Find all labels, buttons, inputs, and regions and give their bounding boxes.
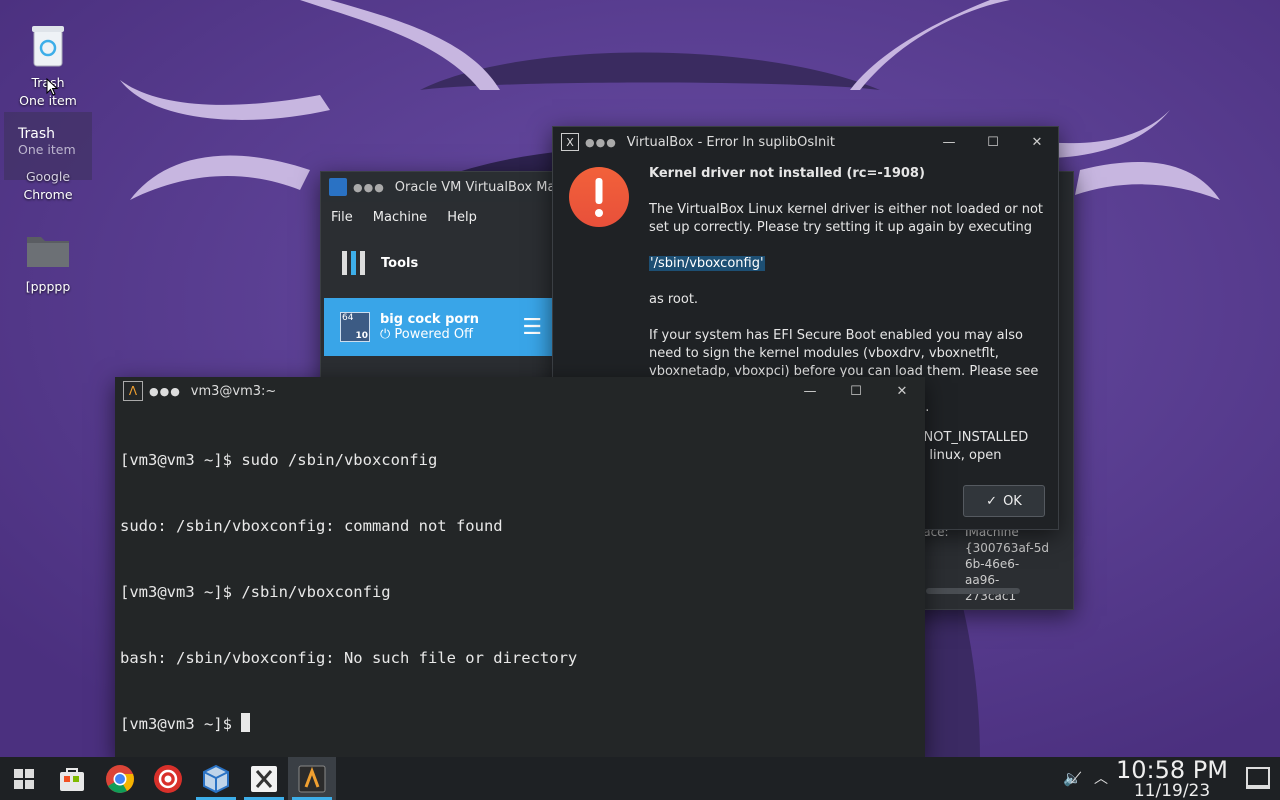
windows-logo-icon [14,768,34,789]
tray-expand-chevron-icon[interactable]: ︿ [1094,768,1108,788]
taskbar: 🔈̸ ︿ 10:58 PM 11/19/23 [0,757,1280,800]
close-button[interactable]: ✕ [1026,131,1048,153]
terminal-prompt: [vm3@vm3 ~]$ [120,715,242,733]
vm-badge-top: 64 [342,313,354,323]
error-heading: Kernel driver not installed (rc=-1908) [649,166,925,181]
error-dialog-titlebar[interactable]: X ●●● VirtualBox - Error In suplibOsInit… [553,127,1058,157]
window-menu-dots-icon[interactable]: ●●● [353,181,385,194]
terminal-icon [298,765,326,792]
taskbar-chrome[interactable] [96,757,144,800]
minimize-button[interactable]: — [938,131,960,153]
ok-button[interactable]: ✓ OK [963,485,1045,517]
record-icon [154,764,182,793]
error-paragraph: The VirtualBox Linux kernel driver is ei… [649,202,1044,235]
check-icon: ✓ [986,493,998,509]
window-menu-dots-icon[interactable]: ●●● [585,136,617,149]
taskbar-terminal[interactable] [288,757,336,800]
maximize-button[interactable]: ☐ [982,131,1004,153]
terminal-line: [vm3@vm3 ~]$ sudo /sbin/vboxconfig [120,451,438,469]
virtualbox-app-icon [329,178,347,196]
terminal-window[interactable]: Λ ●●● vm3@vm3:~ — ☐ ✕ [vm3@vm3 ~]$ sudo … [115,377,925,760]
vm-details-menu-icon[interactable]: ☰ [522,315,542,340]
x-app-icon [251,765,277,792]
taskbar-recorder[interactable] [144,757,192,800]
terminal-prompt-line[interactable]: [vm3@vm3 ~]$ [120,713,577,735]
terminal-line: bash: /sbin/vboxconfig: No such file or … [120,649,578,667]
clock-time: 10:58 PM [1116,756,1228,784]
mouse-cursor-icon [46,78,58,96]
folder-icon [24,226,72,274]
clock-date: 11/19/23 [1133,781,1211,800]
power-icon: ⏻ [380,327,395,342]
vm-state: ⏻ Powered Off [380,327,479,342]
start-menu-button[interactable] [0,757,48,800]
menu-help[interactable]: Help [437,210,487,225]
vm-name: big cock porn [380,312,480,327]
show-desktop-icon[interactable] [1246,767,1270,789]
terminal-title: vm3@vm3:~ [190,383,277,399]
drag-ghost-sublabel: One item [18,142,76,157]
drag-ghost-label: Trash [18,126,55,142]
virtualbox-icon [203,764,229,793]
terminal-cursor [241,713,251,732]
error-icon [569,167,629,227]
desktop-icon-chrome[interactable]: Google Chrome [0,168,96,204]
desktop-icon-label: [ppppp [25,279,71,294]
window-menu-dots-icon[interactable]: ●●● [149,385,181,398]
taskbar-virtualbox[interactable] [192,757,240,800]
desktop-icon-sublabel: Chrome [23,187,73,202]
trash-icon [24,22,72,70]
volume-muted-icon[interactable]: 🔈̸ [1063,769,1082,787]
error-dialog-title: VirtualBox - Error In suplibOsInit [626,134,835,150]
dialog-app-icon: X [561,133,579,151]
vbm-title: Oracle VM VirtualBox Ma [394,179,556,195]
close-button[interactable]: ✕ [891,380,913,402]
menu-machine[interactable]: Machine [363,210,437,225]
error-command: '/sbin/vboxconfig' [649,256,765,271]
tools-label: Tools [381,255,419,271]
taskbar-store[interactable] [48,757,96,800]
taskbar-x-app[interactable] [240,757,288,800]
vm-badge-bottom: 10 [355,331,368,341]
terminal-output[interactable]: [vm3@vm3 ~]$ sudo /sbin/vboxconfig sudo:… [120,405,577,779]
terminal-line: [vm3@vm3 ~]$ /sbin/vboxconfig [120,583,391,601]
chrome-icon [106,764,134,793]
vm-list-item[interactable]: 64 10 big cock porn ⏻ Powered Off ☰ [324,298,554,356]
details-value-line: 6b-46e6- [965,557,1020,571]
error-paragraph: as root. [649,292,699,307]
clock[interactable]: 10:58 PM 11/19/23 [1116,756,1228,800]
store-bag-icon [60,767,84,791]
maximize-button[interactable]: ☐ [845,380,867,402]
minimize-button[interactable]: — [799,380,821,402]
vm-os-badge-icon: 64 10 [340,312,370,342]
terminal-line: sudo: /sbin/vboxconfig: command not foun… [120,517,503,535]
desktop-icon-folder[interactable]: [ppppp [0,226,96,296]
menu-file[interactable]: File [321,210,363,225]
desktop-icon-label: Google [25,169,71,184]
tools-icon [342,251,365,275]
ok-button-label: OK [1003,493,1022,509]
terminal-app-icon: Λ [123,381,143,401]
horizontal-scrollbar[interactable] [926,588,1020,594]
desktop-icon-trash[interactable]: Trash One item [0,22,96,110]
vm-state-text: Powered Off [394,327,474,342]
details-value-line: {300763af-5d [965,541,1049,555]
terminal-titlebar[interactable]: Λ ●●● vm3@vm3:~ — ☐ ✕ [115,377,925,405]
